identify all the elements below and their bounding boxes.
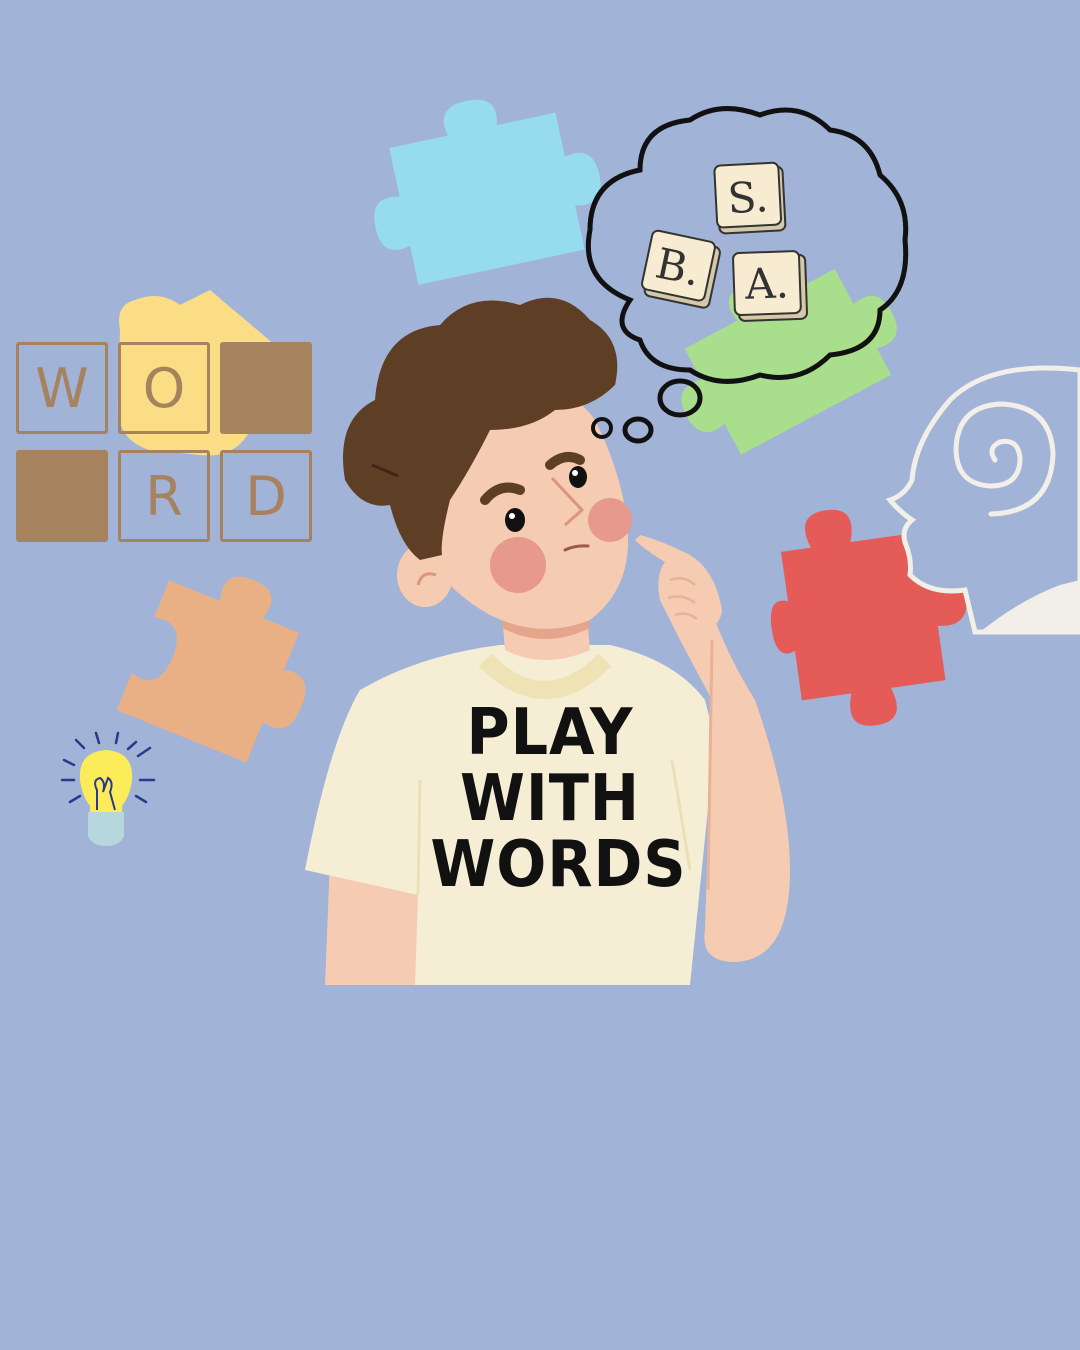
word-tile: R (118, 450, 210, 542)
scrabble-tile-s: S. (713, 161, 787, 235)
puzzle-piece-blue (374, 99, 601, 285)
word-tile-blank (16, 450, 108, 542)
scrabble-letter: S. (726, 172, 769, 223)
illustration-scene: S. B. A. (60, 99, 1080, 985)
word-tile: D (220, 450, 312, 542)
light-bulb-icon (60, 731, 156, 846)
word-tile: O (118, 342, 210, 434)
puzzle-piece-peach (116, 576, 306, 763)
scrabble-tile-a: A. (732, 250, 808, 322)
scrabble-tile-b: B. (641, 229, 721, 309)
scrabble-letter: A. (743, 258, 789, 309)
word-tile-blank (220, 342, 312, 434)
word-tile: W (16, 342, 108, 434)
slogan-line: PLAY (466, 696, 634, 770)
slogan-line: WITH (460, 762, 640, 836)
slogan-line: WORDS (430, 828, 687, 902)
shirt-slogan: PLAY WITH WORDS (420, 696, 687, 902)
